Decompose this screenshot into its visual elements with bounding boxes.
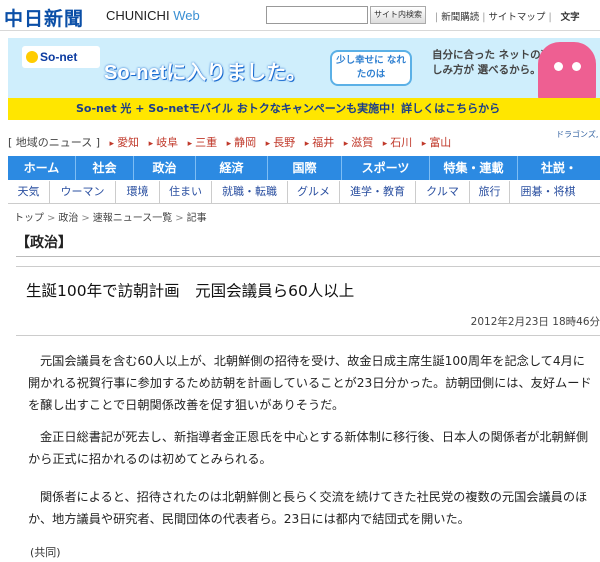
region-news-nav: [ 地域のニュース ] 愛知 岐阜 三重 静岡 長野 福井 滋賀 石川 富山 ド… [8,130,600,150]
main-nav: ホーム 社会 政治 経済 国際 スポーツ 特集・連載 社説・ [8,156,600,180]
search-button[interactable]: サイト内検索 [370,6,426,24]
region-item-mie[interactable]: 三重 [188,136,218,149]
subnav-gourmet[interactable]: グルメ [288,181,340,203]
ad-side-text: 自分に合った ネットの楽しみ方が 選べるから。 [432,49,552,76]
sitemap-link[interactable]: サイトマップ [488,12,545,23]
article-credit: (共同) [30,546,61,559]
search-input[interactable] [266,6,368,24]
ad-logo: So-net [22,46,100,68]
section-divider [16,256,600,257]
nav-politics[interactable]: 政治 [134,156,196,180]
nav-sports[interactable]: スポーツ [342,156,430,180]
site-logo-en[interactable]: CHUNICHI Web [106,8,200,23]
site-header: 中日新聞 CHUNICHI Web サイト内検索 | 新聞購読 | サイトマップ | 文字 [0,0,600,31]
ad-logo-dot-icon [26,51,38,63]
subnav-education[interactable]: 進学・教育 [340,181,416,203]
region-item-shiga[interactable]: 滋賀 [344,136,374,149]
ad-bubble: 少し幸せに なれたのは [330,50,412,86]
subnav-go-shogi[interactable]: 囲碁・将棋 [510,181,586,203]
nav-home[interactable]: ホーム [8,156,76,180]
nav-editorial[interactable]: 社説・ [518,156,600,180]
subnav-woman[interactable]: ウーマン [50,181,116,203]
region-more-link[interactable]: ドラゴンズ, グラ [556,129,600,140]
ad-mascot-icon [538,42,596,106]
article-header: 生誕100年で訪朝計画 元国会議員ら60人以上 2012年2月23日 18時46… [16,266,600,336]
breadcrumb-politics[interactable]: 政治 [58,213,78,224]
nav-features[interactable]: 特集・連載 [430,156,518,180]
subnav-travel[interactable]: 旅行 [470,181,510,203]
region-item-shizuoka[interactable]: 静岡 [227,136,257,149]
sub-nav: 天気 ウーマン 環境 住まい 就職・転職 グルメ 進学・教育 クルマ 旅行 囲碁… [8,181,600,204]
subnav-car[interactable]: クルマ [416,181,470,203]
subnav-environment[interactable]: 環境 [116,181,160,203]
section-title: 【政治】 [16,235,72,251]
region-item-gifu[interactable]: 岐阜 [149,136,179,149]
ad-banner[interactable]: So-net So-netに入りました。 少し幸せに なれたのは 自分に合った … [8,38,600,120]
region-item-ishikawa[interactable]: 石川 [383,136,413,149]
article-date: 2012年2月23日 18時46分 [470,316,600,328]
ad-campaign-bar[interactable]: So-net 光 + So-netモバイル おトクなキャンペーンも実施中！詳しく… [8,98,600,120]
nav-society[interactable]: 社会 [76,156,134,180]
article-paragraph: 金正日総書記が死去し、新指導者金正恩氏を中心とする新体制に移行後、日本人の関係者… [28,430,589,466]
article-headline: 生誕100年で訪朝計画 元国会議員ら60人以上 [26,282,355,300]
breadcrumb: トップ > 政治 > 速報ニュース一覧 > 記事 [14,213,207,224]
breadcrumb-breaking-news[interactable]: 速報ニュース一覧 [93,213,173,224]
logo-en-text: CHUNICHI [106,8,170,23]
logo-web-text: Web [173,8,200,23]
region-item-aichi[interactable]: 愛知 [110,136,140,149]
breadcrumb-current: 記事 [186,213,207,224]
breadcrumb-top[interactable]: トップ [14,213,44,224]
site-logo[interactable]: 中日新聞 [4,4,84,31]
nav-international[interactable]: 国際 [268,156,342,180]
region-item-fukui[interactable]: 福井 [305,136,335,149]
subscribe-link[interactable]: 新聞購読 [441,12,479,23]
nav-economy[interactable]: 経済 [196,156,268,180]
header-links: | 新聞購読 | サイトマップ | 文字 [435,12,580,23]
region-item-nagano[interactable]: 長野 [266,136,296,149]
article-paragraph: 元国会議員を含む60人以上が、北朝鮮側の招待を受け、故金日成主席生誕100周年を… [28,354,592,412]
region-nav-label: [ 地域のニュース ] [8,136,101,149]
text-size-label: 文字 [560,12,580,23]
subnav-weather[interactable]: 天気 [8,181,50,203]
subnav-jobs[interactable]: 就職・転職 [212,181,288,203]
subnav-housing[interactable]: 住まい [160,181,212,203]
ad-headline: So-netに入りました。 [104,62,307,84]
region-item-toyama[interactable]: 富山 [422,136,452,149]
article-paragraph: 関係者によると、招待されたのは北朝鮮側と長らく交流を続けてきた社民党の複数の元国… [28,490,588,526]
